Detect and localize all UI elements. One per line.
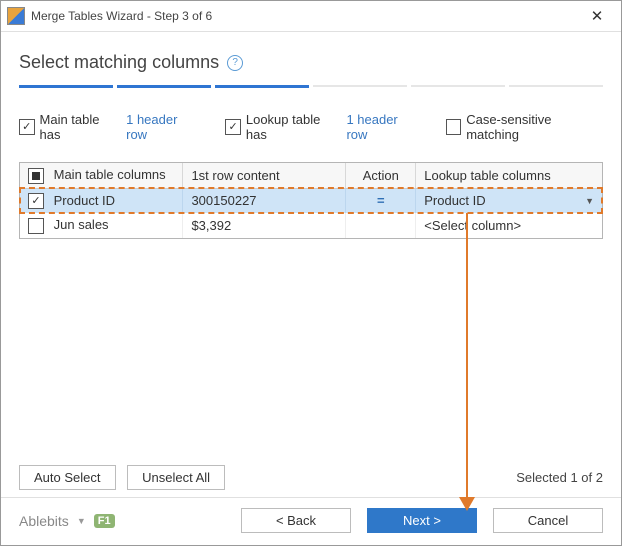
lookup-column-value: Product ID [424,193,485,208]
row-checkbox[interactable] [28,193,44,209]
table-row[interactable]: Jun sales $3,392 <Select column> [20,213,602,238]
checkbox-icon [225,119,241,135]
row-main-col: Product ID [54,193,115,208]
main-header-rows-option[interactable]: Main table has 1 header row [19,112,199,142]
cancel-button[interactable]: Cancel [493,508,603,533]
f1-help-badge[interactable]: F1 [94,514,115,528]
lookup-header-rows-label: Lookup table has [246,112,342,142]
table-row[interactable]: Product ID 300150227 = Product ID ▼ [20,188,602,213]
lookup-column-select[interactable]: Product ID ▼ [424,193,594,208]
table-header-firstrow: 1st row content [183,163,346,188]
row-firstrow: $3,392 [183,213,346,238]
window-title: Merge Tables Wizard - Step 3 of 6 [31,9,579,23]
help-icon[interactable]: ? [227,55,243,71]
row-main-col: Jun sales [54,217,109,232]
table-header-main: Main table columns [54,167,166,182]
lookup-header-rows-option[interactable]: Lookup table has 1 header row [225,112,419,142]
select-all-checkbox[interactable] [28,168,44,184]
case-sensitive-option[interactable]: Case-sensitive matching [446,112,603,142]
lookup-column-select[interactable]: <Select column> [424,218,594,233]
wizard-progress [19,85,603,88]
row-firstrow: 300150227 [183,188,346,213]
table-header-action: Action [346,163,416,188]
page-title: Select matching columns [19,52,219,73]
lookup-header-rows-link[interactable]: 1 header row [346,112,419,142]
case-sensitive-label: Case-sensitive matching [466,112,603,142]
row-action: = [354,193,407,208]
lookup-column-value: <Select column> [424,218,521,233]
row-checkbox[interactable] [28,218,44,234]
columns-table: Main table columns 1st row content Actio… [19,162,603,239]
back-button[interactable]: < Back [241,508,351,533]
table-header-lookup: Lookup table columns [416,163,602,188]
checkbox-icon [446,119,462,135]
close-icon[interactable]: ✕ [579,2,615,30]
main-header-rows-link[interactable]: 1 header row [126,112,199,142]
next-button[interactable]: Next > [367,508,477,533]
main-header-rows-label: Main table has [40,112,122,142]
chevron-down-icon: ▼ [77,516,86,526]
app-icon [7,7,25,25]
selection-status: Selected 1 of 2 [516,470,603,485]
checkbox-icon [19,119,35,135]
brand-label[interactable]: Ablebits [19,513,69,529]
chevron-down-icon: ▼ [585,196,594,206]
